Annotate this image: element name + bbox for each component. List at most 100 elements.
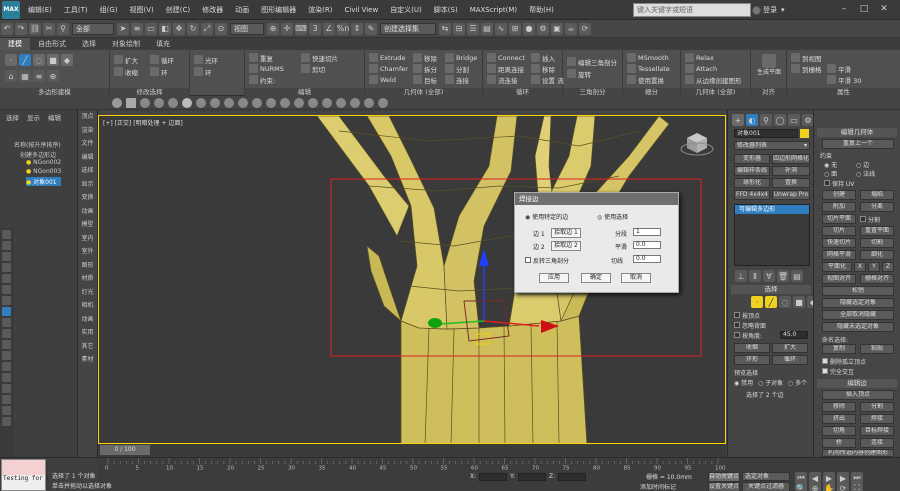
repeat-last-button[interactable]: 重复上一个: [822, 139, 894, 149]
modify-mode-icon[interactable]: ⌂: [5, 70, 17, 82]
tessellate-button[interactable]: Tessellate: [627, 63, 670, 74]
menu-rendering[interactable]: 渲染(R): [302, 0, 338, 20]
edit-named-sel-icon[interactable]: ✎: [365, 22, 377, 35]
cmd-assets[interactable]: 素材: [78, 353, 97, 367]
tessellate-geo-button[interactable]: 细化: [860, 250, 894, 260]
planar-y-button[interactable]: Y: [868, 262, 880, 272]
attach-geo-button[interactable]: 附加: [822, 202, 856, 212]
camera-icon[interactable]: [280, 97, 290, 108]
system-icon[interactable]: [322, 97, 332, 108]
smooth-button[interactable]: 平滑: [827, 63, 851, 74]
tree-header[interactable]: 名称(按升序排序): [14, 140, 61, 149]
mod-edit-spline-button[interactable]: 编辑样条线: [734, 166, 770, 176]
explorer-tab-select[interactable]: 选择: [2, 112, 23, 122]
pivot-icon[interactable]: ⊕: [267, 22, 279, 35]
shrink-button[interactable]: 收缩: [114, 66, 138, 77]
insert-vertex-button[interactable]: 插入顶点: [822, 390, 894, 400]
configure-sets-icon[interactable]: ▤: [791, 270, 803, 282]
render-frame-icon[interactable]: ▣: [551, 22, 563, 35]
tube-icon[interactable]: [196, 97, 206, 108]
selection-filter-dropdown[interactable]: 全部: [72, 22, 114, 35]
close-icon[interactable]: ✕: [874, 2, 894, 17]
pick-edge2-button[interactable]: 拾取边 2: [551, 241, 581, 251]
filter-helper-icon[interactable]: [2, 274, 11, 283]
segments-spinner[interactable]: 1: [633, 228, 661, 236]
attach-button[interactable]: Attach: [685, 63, 717, 74]
explorer-tab-edit[interactable]: 编辑: [44, 112, 65, 122]
cone-icon[interactable]: [168, 97, 178, 108]
find-icon[interactable]: [2, 417, 11, 426]
layer-icon[interactable]: ☰: [467, 22, 479, 35]
constraint-normal-radio[interactable]: ○ 法线: [856, 169, 875, 178]
geosphere-icon[interactable]: [182, 97, 192, 108]
create-shape-from-sel-button[interactable]: 利用所选内容创建图形: [822, 449, 894, 457]
preview-multi-radio[interactable]: ○ 多个: [788, 378, 807, 387]
relax-button[interactable]: Relax: [685, 52, 714, 63]
tab-freeform[interactable]: 自由形式: [30, 38, 74, 50]
viewcube-icon[interactable]: [680, 133, 714, 156]
dialog-title[interactable]: 焊接边: [515, 193, 678, 205]
z-coord-field[interactable]: [558, 472, 587, 481]
filter-spacewarp-icon[interactable]: [2, 285, 11, 294]
cmd-edit[interactable]: 编辑: [78, 151, 97, 165]
ring-button[interactable]: 环: [150, 66, 168, 77]
cmd-camera[interactable]: 相机: [78, 299, 97, 313]
move-icon[interactable]: ✥: [173, 22, 185, 35]
key-mode-dropdown[interactable]: 选定对象: [742, 472, 790, 481]
grow-button[interactable]: 扩大: [114, 54, 138, 65]
ignore-backfacing-checkbox[interactable]: 忽略背面: [734, 321, 766, 330]
mod-ffd-button[interactable]: FFD 4x4x4: [734, 190, 770, 200]
minimize-icon[interactable]: –: [834, 2, 854, 17]
chamfer-button[interactable]: Chamfer: [369, 63, 408, 74]
angle-spinner[interactable]: 45.0: [780, 331, 808, 339]
sub-poly-icon[interactable]: ■: [793, 296, 805, 308]
mod-morpher-button[interactable]: 变形器: [734, 154, 770, 164]
filter-none-icon[interactable]: [2, 373, 11, 382]
percent-snap-icon[interactable]: %n: [337, 22, 349, 35]
cmd-file[interactable]: 文件: [78, 137, 97, 151]
create-shape-button[interactable]: 从边缘创建图形: [685, 74, 742, 85]
target-button[interactable]: 目标: [413, 74, 437, 85]
cylinder-icon[interactable]: [140, 97, 150, 108]
constraint-face-radio[interactable]: ○ 面: [824, 169, 837, 178]
opt-use-selection[interactable]: ◎ 使用选择: [597, 212, 628, 221]
cmd-utility[interactable]: 实用: [78, 326, 97, 340]
use-displace-button[interactable]: 使用置换: [627, 74, 664, 85]
expand-all-icon[interactable]: [2, 395, 11, 404]
cmd-material[interactable]: 材质: [78, 272, 97, 286]
make-unique-icon[interactable]: ∀: [763, 270, 775, 282]
filter-container-icon[interactable]: [2, 329, 11, 338]
set-flow-button[interactable]: 设置 流: [531, 74, 564, 85]
filter-bone-icon[interactable]: [2, 318, 11, 327]
selection-rollout-header[interactable]: 选择: [731, 285, 811, 294]
chamfer-edge-button[interactable]: 切角: [822, 426, 856, 436]
key-filters-button[interactable]: 关键点过滤器: [742, 482, 790, 491]
rect-select-icon[interactable]: ▭: [145, 22, 157, 35]
cmd-interior[interactable]: 室内: [78, 232, 97, 246]
remove-button[interactable]: 移除: [413, 52, 437, 63]
pick-edge1-button[interactable]: 拾取边 1: [551, 228, 581, 238]
target-weld-button[interactable]: 目标焊接: [860, 426, 894, 436]
filter-geometry-icon[interactable]: [2, 230, 11, 239]
connect-button[interactable]: Connect: [487, 52, 525, 63]
box-icon[interactable]: [126, 97, 136, 108]
mod-unwrap-button[interactable]: Unwrap Pro: [772, 190, 810, 200]
full-interactivity-checkbox[interactable]: 完全交互: [822, 367, 854, 376]
spacewarp-icon[interactable]: [308, 97, 318, 108]
pyramid-icon[interactable]: [210, 97, 220, 108]
y-coord-field[interactable]: [518, 472, 547, 481]
render-icon[interactable]: ☕: [565, 22, 577, 35]
cmd-shapes[interactable]: 图形: [78, 259, 97, 273]
pinch-spinner[interactable]: 0.0: [633, 255, 661, 263]
plane-icon[interactable]: [238, 97, 248, 108]
grow-sel-button[interactable]: 扩大: [772, 343, 808, 353]
torus-icon[interactable]: [154, 97, 164, 108]
msmooth-button[interactable]: MSmooth: [627, 52, 669, 63]
cmd-model[interactable]: 模型: [78, 218, 97, 232]
pin-icon[interactable]: ⊕: [47, 70, 59, 82]
foliage-icon[interactable]: [350, 97, 360, 108]
render-active-icon[interactable]: ⟳: [579, 22, 591, 35]
ring2-button[interactable]: 环: [194, 66, 212, 77]
quickslice-geo-button[interactable]: 快速切片: [822, 238, 856, 248]
viewport-label[interactable]: [+] [正交] [明暗处理 + 边面]: [103, 118, 183, 127]
